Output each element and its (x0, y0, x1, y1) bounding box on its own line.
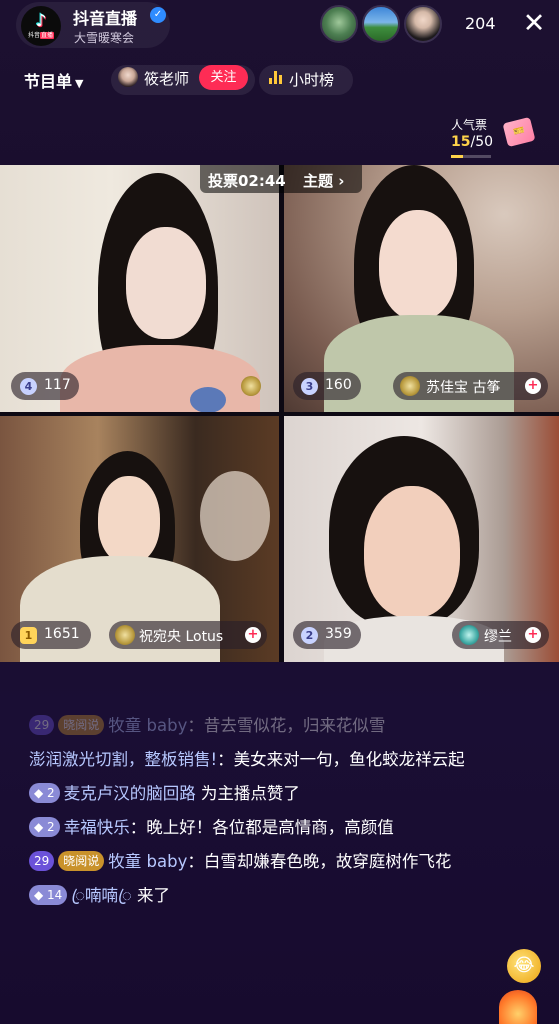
fan-club-badge: 晓阅说 (58, 715, 105, 735)
rank-badge: 4 (20, 378, 37, 395)
teacher-name[interactable]: 筱老师 (144, 68, 189, 89)
gem-icon[interactable] (241, 376, 261, 396)
chat-text: ：晚上好！各位都是高情商，高颜值 (129, 818, 394, 837)
add-follow-icon[interactable]: + (245, 627, 261, 643)
chat-message[interactable]: 澎润激光切割，整板销售!：美女来对一句，鱼化蛟龙祥云起 (29, 746, 489, 774)
chat-username[interactable]: 牧童 baby (108, 852, 187, 871)
hourly-rank-label[interactable]: 小时榜 (289, 69, 334, 90)
chat-username[interactable]: 幸福快乐 (64, 818, 130, 837)
streamer-face (379, 210, 457, 320)
chat-list: 29 晓阅说 牧童 baby：昔去雪似花，归来花似雪 澎润激光切割，整板销售!：美女… (29, 712, 489, 910)
bar-chart-icon (269, 71, 282, 84)
popularity-count[interactable]: 15/50 (451, 134, 493, 150)
streamer-name: 缪兰 (484, 629, 512, 645)
popularity-label: 人气票 (451, 118, 488, 132)
chat-message[interactable]: ◆ 2 幸福快乐：晚上好！各位都是高情商，高颜值 (29, 814, 489, 842)
viewer-avatar[interactable] (320, 5, 358, 43)
streamer-name: 苏佳宝 古筝 (426, 380, 501, 396)
logo-tag: 直播 (40, 31, 55, 39)
chat-username[interactable]: 牧童 baby (108, 716, 187, 735)
streamer-name: 祝宛央 Lotus (139, 629, 224, 645)
chat-message[interactable]: 29 晓阅说 牧童 baby：白雪却嫌春色晚，故穿庭树作飞花 (29, 848, 489, 876)
fire-reaction-icon[interactable] (499, 990, 537, 1024)
user-level-badge: ◆ 14 (29, 885, 68, 905)
chat-text: 来了 (131, 886, 171, 905)
chat-text: 为主播点赞了 (195, 784, 300, 803)
laugh-emoji-icon[interactable]: 😂 (507, 949, 541, 983)
follow-button[interactable]: 关注 (199, 65, 248, 90)
verified-icon: ✓ (150, 7, 166, 23)
chevron-down-icon: ▼ (75, 77, 84, 90)
chat-text: ：昔去雪似花，归来花似雪 (187, 716, 386, 735)
chat-message[interactable]: ◆ 14ꦿ喃喃ꦿ 来了 (29, 882, 489, 910)
microphone-icon (190, 387, 226, 412)
vote-timer: 投票02:44 (208, 172, 286, 190)
stream-score: 117 (44, 377, 71, 393)
top-bar: ♪ 抖音直播 抖音直播 ✓ 大雪暖寒会 204 ✕ (0, 0, 559, 56)
streamer-face (126, 227, 206, 339)
chat-text: ：美女来对一句，鱼化蛟龙祥云起 (217, 750, 465, 769)
close-icon[interactable]: ✕ (519, 9, 549, 39)
chat-text: ：白雪却嫌春色晚，故穿庭树作飞花 (187, 852, 452, 871)
douyin-logo: ♪ 抖音直播 (21, 6, 61, 46)
tiktok-note-icon: ♪ (35, 10, 47, 31)
viewer-avatar[interactable] (404, 5, 442, 43)
chat-username[interactable]: 澎润激光切割，整板销售! (29, 750, 217, 769)
stream-score: 359 (325, 626, 352, 642)
teacher-avatar[interactable] (118, 67, 138, 87)
add-follow-icon[interactable]: + (525, 627, 541, 643)
stream-score: 1651 (44, 626, 80, 642)
video-grid (0, 165, 559, 662)
stream-score: 160 (325, 377, 352, 393)
chat-message[interactable]: 29 晓阅说 牧童 baby：昔去雪似花，归来花似雪 (29, 712, 489, 740)
fan-club-badge: 晓阅说 (58, 851, 105, 871)
host-subtitle: 大雪暖寒会 (74, 31, 135, 45)
program-label: 节目单 (24, 72, 73, 91)
user-level-badge: 29 (29, 715, 55, 735)
popularity-total: /50 (470, 134, 494, 150)
viewer-avatar[interactable] (362, 5, 400, 43)
gem-icon (459, 625, 479, 645)
add-follow-icon[interactable]: + (525, 378, 541, 394)
streamer-face (364, 486, 460, 618)
chat-username[interactable]: ꦿ喃喃ꦿ (71, 886, 131, 905)
chat-message[interactable]: ◆ 2 麦克卢汉的脑回路 为主播点赞了 (29, 780, 489, 808)
popularity-progress (451, 155, 491, 158)
user-level-badge: ◆ 2 (29, 783, 60, 803)
viewer-count[interactable]: 204 (465, 14, 496, 33)
streamer-face (98, 476, 160, 564)
rank-badge: 1 (20, 627, 37, 644)
user-level-badge: 29 (29, 851, 55, 871)
popularity-progress-fill (451, 155, 463, 158)
rank-badge: 3 (301, 378, 318, 395)
topic-link[interactable]: 主题 › (303, 170, 344, 191)
popularity-current: 15 (451, 134, 471, 150)
host-name[interactable]: 抖音直播 (73, 5, 137, 29)
program-menu-button[interactable]: 节目单 ▼ (24, 68, 83, 92)
rank-badge: 2 (301, 627, 318, 644)
logo-text: 抖音 (27, 31, 40, 39)
user-level-badge: ◆ 2 (29, 817, 60, 837)
gem-icon (400, 376, 420, 396)
gem-icon (115, 625, 135, 645)
chat-username[interactable]: 麦克卢汉的脑回路 (64, 784, 196, 803)
